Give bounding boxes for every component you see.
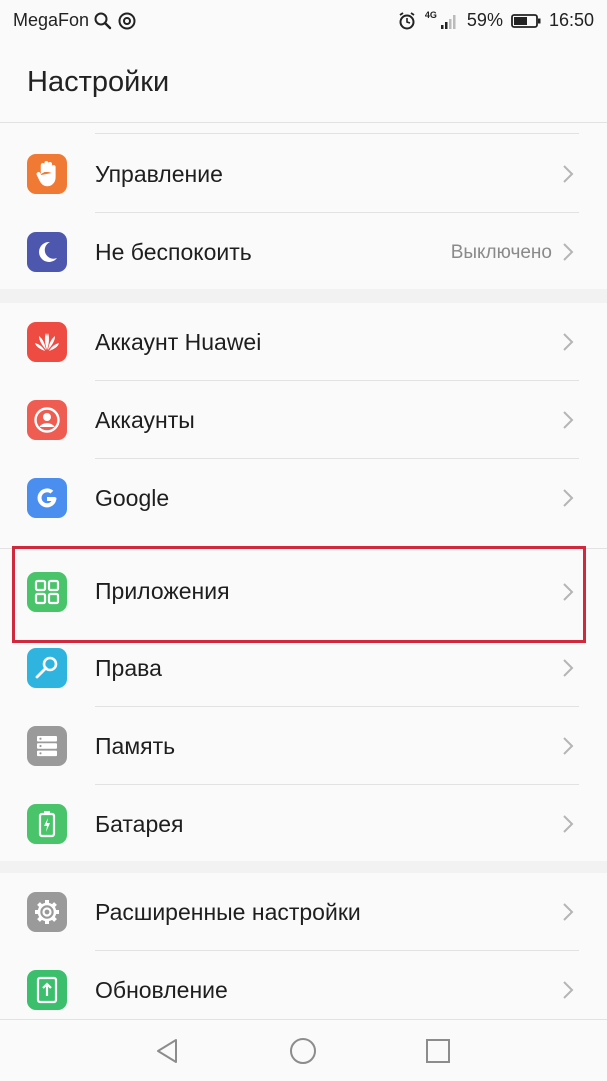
chevron-right-icon — [563, 489, 574, 507]
network-type: 4G — [424, 9, 437, 20]
battery-status-icon — [511, 13, 541, 28]
alarm-icon — [399, 11, 415, 29]
update-icon — [27, 970, 67, 1010]
chevron-right-icon — [563, 981, 574, 999]
settings-item-update[interactable]: Обновление — [0, 951, 607, 1029]
settings-group-1: Управление Не беспокоить Выключено — [0, 123, 607, 289]
chevron-right-icon — [563, 815, 574, 833]
chevron-right-icon — [563, 243, 574, 261]
highlight-box — [12, 546, 586, 643]
gear-icon — [27, 892, 67, 932]
chevron-right-icon — [563, 411, 574, 429]
settings-item-label: Батарея — [95, 811, 184, 837]
user-icon — [27, 400, 67, 440]
battery-percent: 59% — [466, 10, 503, 30]
settings-item-huawei-account[interactable]: Аккаунт Huawei — [0, 303, 607, 381]
settings-item-do-not-disturb[interactable]: Не беспокоить Выключено — [0, 213, 607, 291]
chevron-right-icon — [563, 659, 574, 677]
home-icon[interactable] — [288, 1036, 318, 1066]
google-icon — [27, 478, 67, 518]
settings-item-label: Аккаунт Huawei — [95, 329, 262, 355]
navigation-bar — [0, 1019, 607, 1081]
app-bar: Настройки — [0, 44, 607, 123]
settings-item-battery[interactable]: Батарея — [0, 785, 607, 863]
storage-icon — [27, 726, 67, 766]
settings-item-value: Выключено — [450, 242, 552, 263]
back-icon[interactable] — [153, 1036, 183, 1066]
settings-group-2: Аккаунт Huawei Аккаунты Google — [0, 303, 607, 548]
settings-item-label: Управление — [95, 161, 223, 187]
chevron-right-icon — [563, 333, 574, 351]
settings-item-accounts[interactable]: Аккаунты — [0, 381, 607, 459]
settings-group-4: Расширенные настройки Обновление — [0, 873, 607, 1019]
chevron-right-icon — [563, 737, 574, 755]
status-bar: MegaFon 4G 59% 16:50 — [0, 0, 607, 44]
recents-icon[interactable] — [423, 1036, 453, 1066]
page-title: Настройки — [27, 66, 170, 98]
at-icon — [118, 12, 136, 29]
key-icon — [27, 648, 67, 688]
huawei-icon — [27, 322, 67, 362]
settings-item-label: Обновление — [95, 977, 228, 1003]
signal-icon — [440, 14, 456, 29]
chevron-right-icon — [563, 903, 574, 921]
settings-item-label: Google — [95, 485, 170, 511]
battery-icon — [27, 804, 67, 844]
chevron-right-icon — [563, 165, 574, 183]
settings-item-label: Права — [95, 655, 162, 681]
settings-item-label: Аккаунты — [95, 407, 195, 433]
settings-item-label: Не беспокоить — [95, 239, 252, 265]
search-icon — [94, 12, 112, 29]
carrier-name: MegaFon — [13, 10, 90, 30]
settings-item-google[interactable]: Google — [0, 459, 607, 537]
settings-item-management[interactable]: Управление — [0, 135, 607, 213]
settings-item-storage[interactable]: Память — [0, 707, 607, 785]
moon-icon — [27, 232, 67, 272]
settings-item-advanced[interactable]: Расширенные настройки — [0, 873, 607, 951]
hand-icon — [27, 154, 67, 194]
clock: 16:50 — [548, 10, 594, 30]
settings-item-label: Расширенные настройки — [95, 899, 361, 925]
settings-item-label: Память — [95, 733, 176, 759]
